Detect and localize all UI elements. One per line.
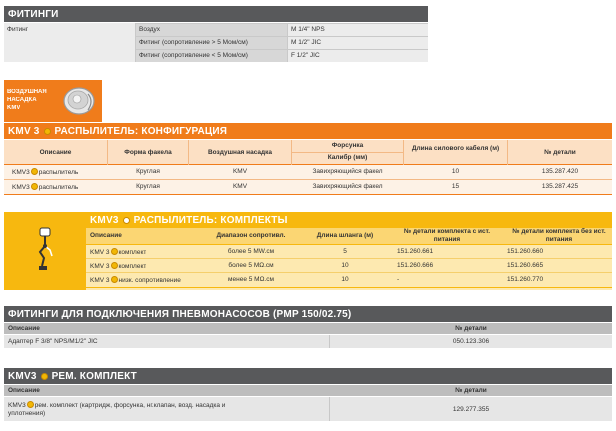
config-header-cable: Длина силового кабеля (м) (411, 145, 500, 152)
kits-header-without-psu: № детали комплекта без ист. питания (512, 228, 606, 243)
kmv-icon (30, 183, 38, 190)
config-header-nozzle: Форсунка (331, 142, 364, 149)
kits-row-hose: 10 (341, 262, 349, 269)
kits-row-with-psu: 151.260.666 (397, 262, 434, 269)
fittings-title: ФИТИНГИ (8, 9, 59, 20)
config-row-nozzle: Завихряющийся факел (312, 168, 383, 175)
kits-row-range: менее 5 MΩ.см (228, 276, 274, 283)
kits-row-description: KMV 3 комплект (90, 262, 147, 270)
kits-row-with-psu: 151.260.661 (397, 248, 434, 255)
kmv-icon (122, 217, 130, 224)
config-header-part: № детали (544, 149, 576, 156)
config-section: KMV 3 РАСПЫЛИТЕЛЬ: КОНФИГУРАЦИЯ Описание… (4, 123, 612, 195)
pump-fittings-title: ФИТИНГИ ДЛЯ ПОДКЛЮЧЕНИЯ ПНЕВМОНАСОСОВ (P… (8, 309, 352, 320)
kmv-icon (110, 248, 118, 255)
kits-header-range: Диапазон сопротивл. (216, 232, 286, 239)
kmv-icon (40, 373, 48, 380)
config-row-description: KMV3 распылитель (12, 168, 79, 176)
kits-section: KMV3 РАСПЫЛИТЕЛЬ: КОМПЛЕКТЫ Описание Диа… (4, 212, 612, 290)
fittings-label: Фитинг (7, 26, 29, 33)
kits-header-hose: Длина шланга (м) (316, 232, 374, 239)
kits-row-without-psu: 151.260.770 (507, 276, 544, 283)
fittings-section: ФИТИНГИ Фитинг Воздух M 1/4" NPS Фитинг … (4, 6, 428, 62)
fittings-row-value: M 1/2" JIC (291, 39, 322, 46)
kits-row-range: более 5 MW.см (227, 248, 275, 255)
fittings-row-value: M 1/4" NPS (291, 26, 325, 33)
repair-kit-row-description-cont: уплотнения) (8, 410, 46, 417)
kmv-icon (43, 128, 51, 135)
repair-kit-row-description: KMV3 рем. комплект (картридж, форсунка, н… (8, 401, 226, 409)
kits-row-with-psu: - (397, 276, 400, 283)
air-cap-label: KMV (7, 105, 21, 111)
config-row-cable: 10 (451, 168, 460, 175)
air-cap-label: НАСАДКА (7, 97, 37, 103)
config-row-air-cap: KMV (232, 168, 248, 175)
kits-row-range: более 5 MΩ.см (228, 262, 274, 269)
config-row-nozzle: Завихряющийся факел (312, 183, 383, 190)
config-row-air-cap: KMV (232, 183, 248, 190)
pump-fittings-header-part: № детали (455, 325, 487, 332)
repair-kit-row-part: 129.277.355 (452, 406, 490, 413)
config-header-air-cap: Воздушная насадка (207, 149, 273, 156)
kits-row-without-psu: 151.260.665 (507, 262, 544, 269)
fittings-row-name: Фитинг (сопротивление > 5 Мом/см) (139, 39, 248, 46)
config-row-flame: Круглая (136, 183, 160, 190)
config-row-flame: Круглая (136, 168, 160, 175)
pump-fittings-row-description: Адаптер F 3/8" NPS/M1/2" JIC (8, 338, 98, 345)
air-cap-label: ВОЗДУШНАЯ (7, 89, 47, 95)
air-cap-image (63, 87, 95, 115)
config-header-caliber: Калибр (мм) (327, 154, 368, 161)
kits-row-hose: 5 (343, 248, 347, 255)
kmv-icon (110, 262, 118, 269)
kits-row-description: KMV 3 низк. сопротивление (90, 276, 181, 284)
kits-title: KMV3 РАСПЫЛИТЕЛЬ: КОМПЛЕКТЫ (90, 215, 288, 226)
config-row-part: 135.287.420 (541, 168, 579, 175)
config-header-description: Описание (39, 149, 72, 156)
pump-fittings-section: ФИТИНГИ ДЛЯ ПОДКЛЮЧЕНИЯ ПНЕВМОНАСОСОВ (P… (4, 306, 612, 350)
kits-row-without-psu: 151.260.660 (507, 248, 544, 255)
repair-kit-header-description: Описание (8, 387, 40, 394)
kits-header-with-psu: № детали комплекта с ист. питания (403, 228, 491, 243)
repair-kit-section: KMV3 РЕМ. КОМПЛЕКТ Описание № детали KMV… (4, 368, 612, 426)
air-cap-badge: ВОЗДУШНАЯ НАСАДКА KMV (4, 80, 102, 122)
kits-row-description: KMV 3 комплект (90, 248, 147, 256)
fittings-row-name: Фитинг (сопротивление < 5 Мом/см) (139, 52, 248, 59)
kmv-icon (110, 276, 118, 283)
robot-arm-icon (38, 227, 53, 270)
kmv-icon (30, 168, 38, 175)
config-row-cable: 15 (451, 183, 460, 190)
config-row-description: KMV3 распылитель (12, 183, 79, 191)
repair-kit-title: KMV3 РЕМ. КОМПЛЕКТ (8, 371, 137, 382)
kits-row-hose: 10 (341, 276, 349, 283)
repair-kit-header-part: № детали (455, 387, 487, 394)
pump-fittings-header-description: Описание (8, 325, 40, 332)
config-header-flame: Форма факела (124, 149, 172, 156)
kits-header-description: Описание (90, 232, 122, 239)
fittings-row-name: Воздух (139, 26, 161, 33)
config-title: KMV 3 РАСПЫЛИТЕЛЬ: КОНФИГУРАЦИЯ (8, 126, 228, 137)
kmv-icon (26, 401, 34, 408)
pump-fittings-row-part: 050.123.306 (452, 338, 490, 345)
config-row-part: 135.287.425 (541, 183, 579, 190)
fittings-row-value: F 1/2" JIC (291, 52, 320, 59)
